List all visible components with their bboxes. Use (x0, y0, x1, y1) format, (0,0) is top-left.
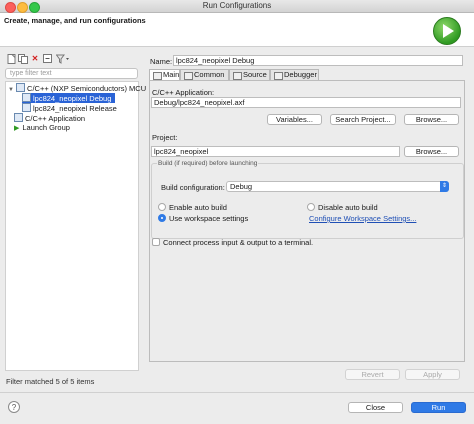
help-icon[interactable]: ? (8, 401, 20, 413)
source-tab-icon (233, 72, 242, 80)
window-title: Run Configurations (202, 1, 272, 10)
configure-workspace-link[interactable]: Configure Workspace Settings... (309, 214, 416, 223)
delete-icon[interactable]: ✕ (30, 54, 40, 64)
browse-app-button[interactable]: Browse... (404, 114, 459, 125)
build-group (151, 163, 464, 239)
tree-item-c-application[interactable]: C/C++ Application (14, 113, 85, 123)
radio-enable-auto-build[interactable] (158, 203, 166, 211)
search-project-button[interactable]: Search Project... (330, 114, 396, 125)
c-launch-icon (22, 103, 31, 112)
launch-group-icon: ▶ (14, 125, 20, 132)
app-path-field[interactable]: Debug/lpc824_neopixel.axf (151, 97, 461, 108)
project-label: Project: (152, 133, 178, 142)
common-tab-icon (184, 72, 193, 80)
app-label: C/C++ Application: (152, 88, 215, 97)
connect-terminal-checkbox[interactable] (152, 238, 160, 246)
duplicate-icon[interactable] (18, 54, 28, 64)
project-field[interactable]: lpc824_neopixel (151, 146, 400, 157)
connect-terminal-label: Connect process input & output to a term… (163, 238, 314, 247)
c-launch-icon (16, 83, 26, 92)
tab-source[interactable]: Source (229, 69, 270, 80)
build-group-label: Build (if required) before launching (157, 160, 259, 167)
debugger-tab-icon (274, 72, 283, 80)
expand-arrow-icon[interactable]: ▼ (8, 87, 14, 93)
title-bar: Run Configurations (0, 0, 474, 13)
apply-button[interactable]: Apply (405, 369, 460, 380)
filter-input[interactable]: type filter text (5, 68, 138, 79)
tree-item-launch-group[interactable]: ▶ Launch Group (14, 123, 70, 133)
tab-common[interactable]: Common (180, 69, 229, 80)
variables-button[interactable]: Variables... (267, 114, 322, 125)
radio-use-workspace-settings[interactable] (158, 214, 166, 222)
name-label: Name: (150, 57, 173, 66)
radio-use-workspace-settings-label: Use workspace settings (169, 214, 249, 223)
revert-button[interactable]: Revert (345, 369, 400, 380)
collapse-all-icon[interactable] (43, 54, 53, 64)
close-button[interactable]: Close (348, 402, 403, 413)
build-config-label: Build configuration: (161, 183, 225, 192)
c-app-icon (14, 113, 23, 122)
main-tab-icon (153, 72, 162, 80)
build-config-select[interactable]: Debug ⇕ (226, 181, 449, 192)
radio-enable-auto-build-label: Enable auto build (169, 203, 227, 212)
tree-item-debug[interactable]: lpc824_neopixel Debug (22, 93, 116, 103)
dialog-heading: Create, manage, and run configurations (4, 16, 146, 25)
filter-status: Filter matched 5 of 5 items (6, 377, 95, 386)
tree-item-release[interactable]: lpc824_neopixel Release (22, 103, 117, 113)
c-launch-icon (22, 93, 31, 102)
chevron-updown-icon: ⇕ (440, 181, 449, 192)
run-button[interactable]: Run (411, 402, 466, 413)
tree-item-nxp-mcu[interactable]: ▼ C/C++ (NXP Semiconductors) MCU (8, 83, 146, 93)
dialog-header: Create, manage, and run configurations (0, 13, 474, 47)
tab-debugger[interactable]: Debugger (270, 69, 319, 80)
radio-disable-auto-build[interactable] (307, 203, 315, 211)
run-banner-icon (433, 17, 461, 45)
config-tree: ▼ C/C++ (NXP Semiconductors) MCU lpc824_… (5, 81, 146, 371)
browse-project-button[interactable]: Browse... (404, 146, 459, 157)
filter-icon[interactable] (55, 54, 70, 64)
build-config-value: Debug (230, 182, 253, 191)
name-field[interactable]: lpc824_neopixel Debug (173, 55, 463, 66)
radio-disable-auto-build-label: Disable auto build (318, 203, 378, 212)
new-config-icon[interactable] (6, 54, 16, 64)
